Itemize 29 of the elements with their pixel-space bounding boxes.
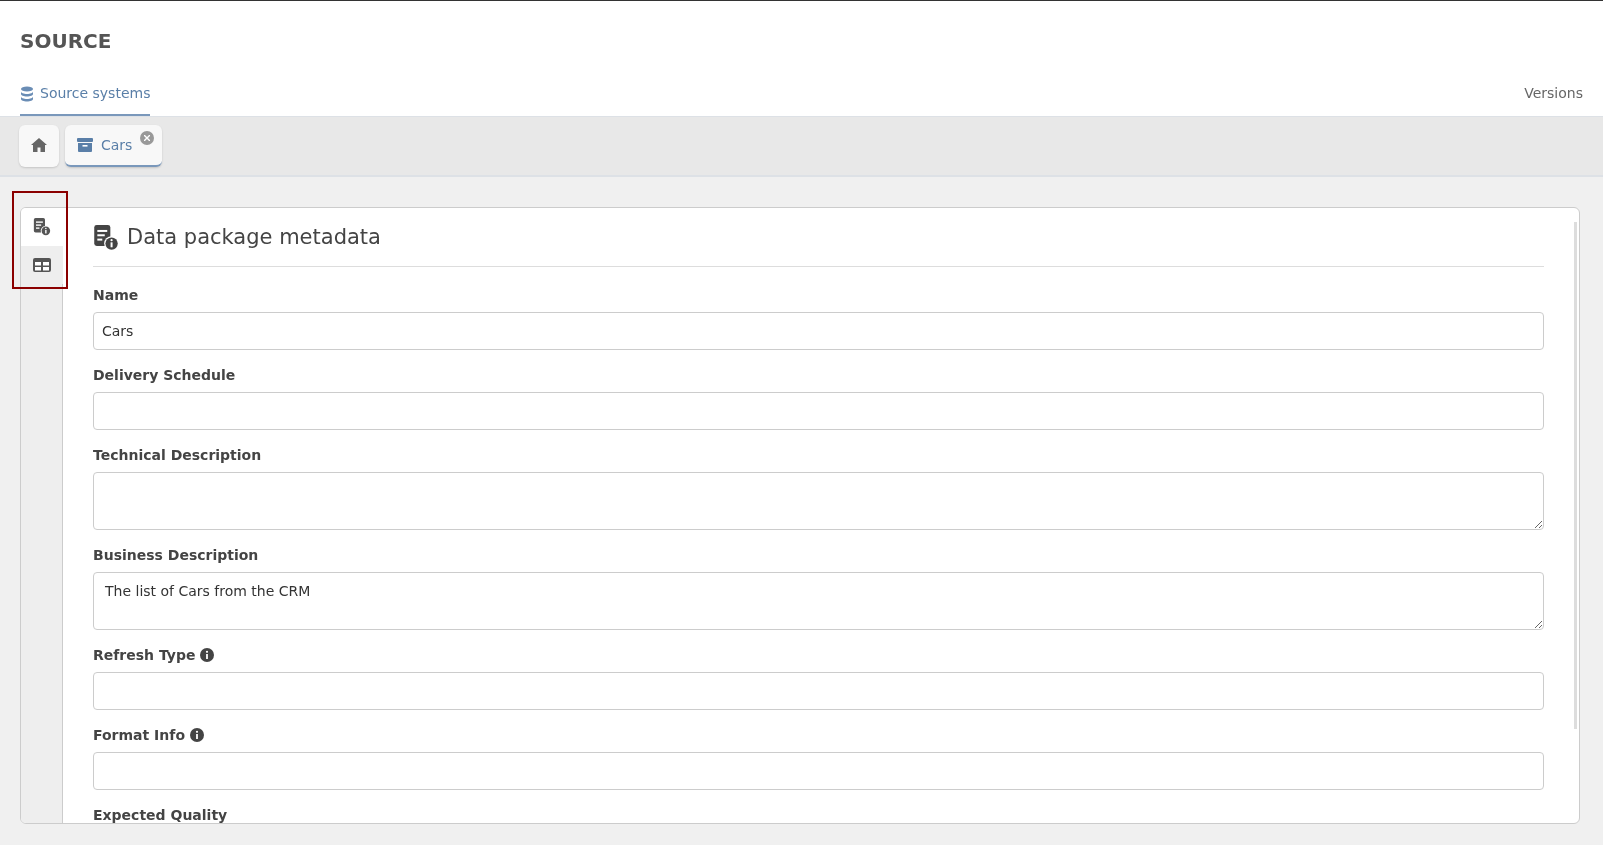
close-icon[interactable] [140,131,155,145]
field-label: Format Info [93,725,185,745]
archive-icon [77,137,93,153]
database-icon [20,85,34,102]
document-info-icon [93,224,119,251]
field-label: Refresh Type [93,645,196,665]
field-label: Technical Description [93,445,262,465]
info-icon [200,648,215,662]
tab[interactable]: Cars [65,125,163,167]
input-field[interactable]: Cars [93,311,1544,350]
panel-title: Data package metadata [127,224,381,251]
home-tab[interactable] [19,125,59,167]
field-label: Name [93,285,139,305]
home-icon [31,137,47,153]
input-field[interactable] [93,751,1544,790]
field-label: Expected Quality [93,805,228,823]
document-info-icon [33,218,51,236]
info-icon [190,728,204,742]
nav-link[interactable]: Versions [1524,83,1583,116]
page-title: SOURCE [20,29,113,53]
input-field[interactable] [93,391,1544,430]
text-area[interactable] [93,471,1544,530]
field-label: Business Description [93,545,259,565]
scrollbar[interactable] [1574,222,1577,729]
input-field[interactable] [93,671,1544,710]
field-label: Delivery Schedule [93,365,236,385]
text-area[interactable]: The list of Cars from the CRM [93,571,1544,630]
table-icon [33,257,51,273]
side-tab[interactable] [21,208,63,246]
